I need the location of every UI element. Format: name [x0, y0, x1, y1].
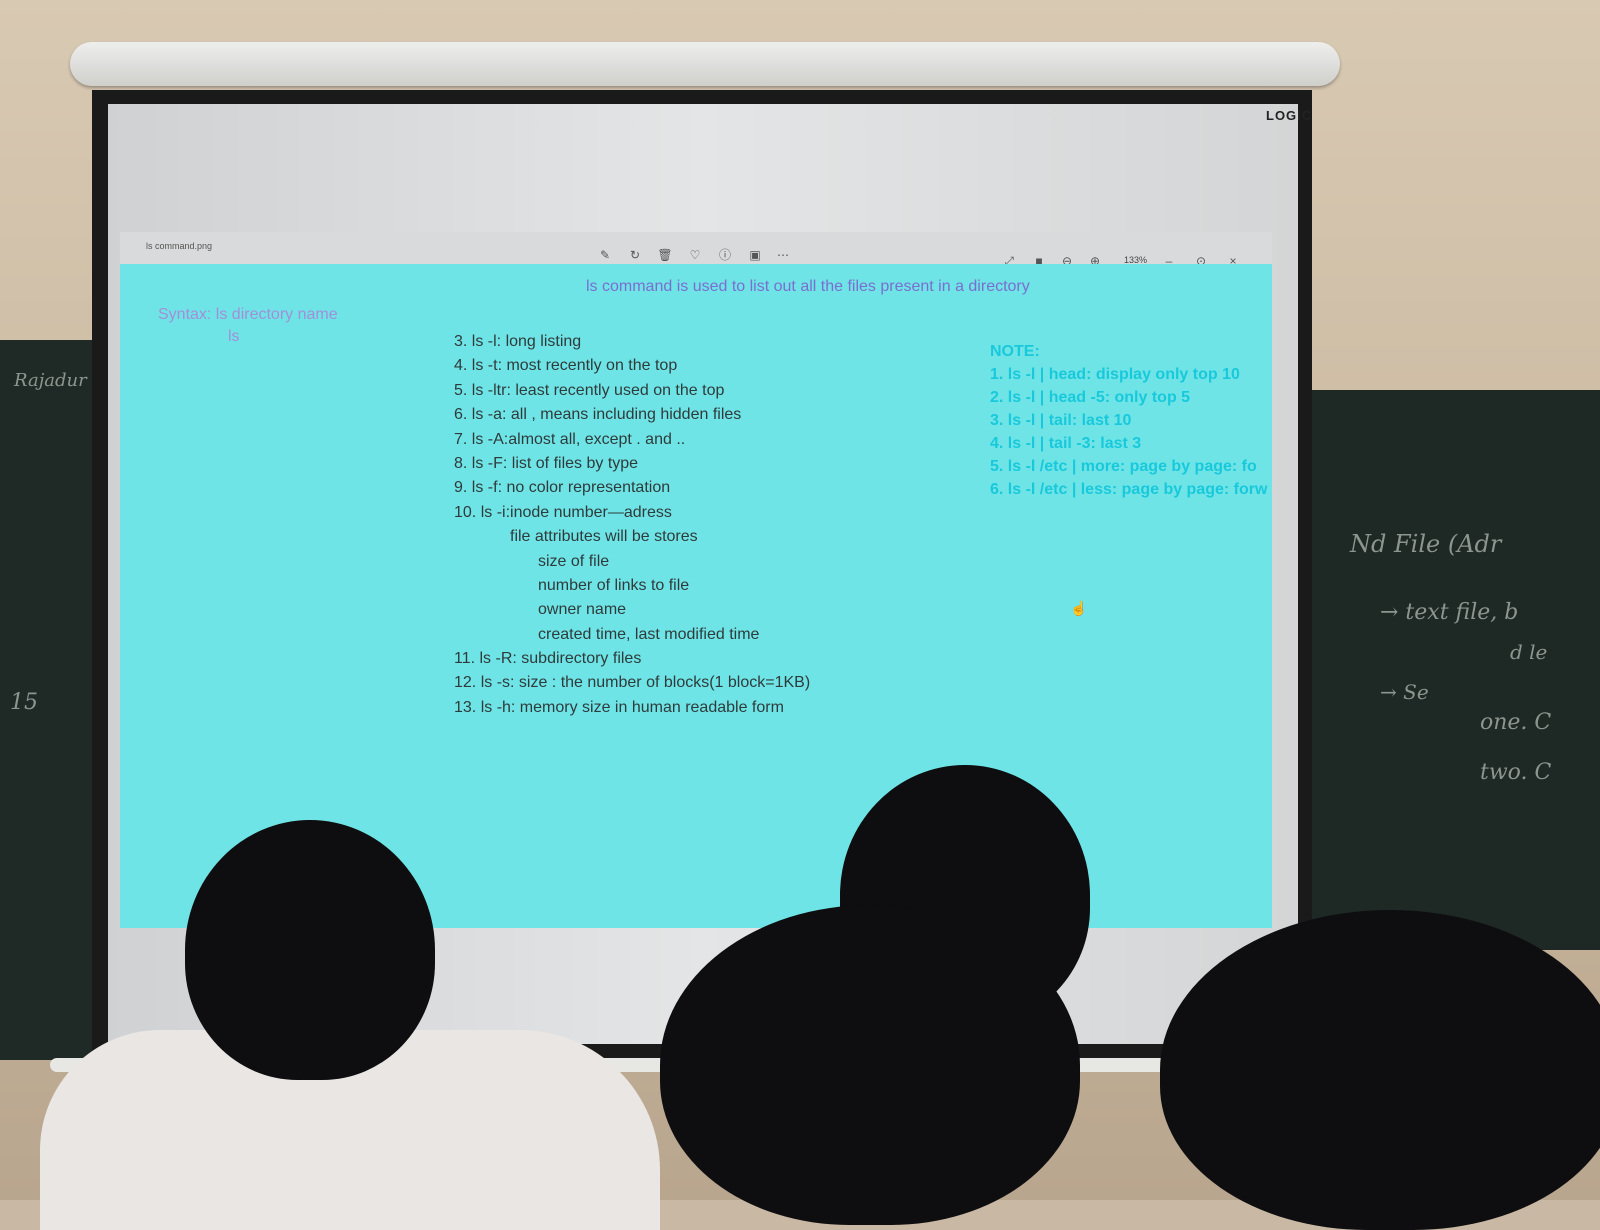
note-item: 1. ls -l | head: display only top 10	[990, 366, 1240, 383]
note-item: 3. ls -l | tail: last 10	[990, 412, 1132, 429]
edit-icon[interactable]: ✎	[596, 246, 614, 264]
list-item: 10. ls -i:inode number—adress	[454, 503, 672, 521]
heart-icon[interactable]: ♡	[686, 246, 704, 264]
syntax-label: Syntax: ls directory name	[158, 306, 338, 323]
list-item: 12. ls -s: size : the number of blocks(1…	[454, 674, 811, 692]
note-heading: NOTE:	[990, 343, 1040, 360]
crop-icon[interactable]: ▣	[746, 246, 764, 264]
chalk-text: d le	[1510, 640, 1548, 664]
hand-cursor-icon: ☝	[1070, 600, 1088, 616]
list-item: 9. ls -f: no color representation	[454, 479, 671, 497]
list-item: 11. ls -R: subdirectory files	[454, 650, 642, 668]
info-icon[interactable]: ⓘ	[716, 246, 734, 264]
viewer-titlebar: ls command.png ✎ ↻ 🗑 ♡ ⓘ ▣ ⋯ ⤢ ■ ⊖ ⊕ 133…	[120, 232, 1272, 268]
viewer-filename: ls command.png	[146, 241, 213, 251]
note-block: NOTE: 1. ls -l | head: display only top …	[990, 340, 1280, 501]
more-icon[interactable]: ⋯	[774, 246, 792, 264]
list-item: 8. ls -F: list of files by type	[454, 454, 639, 472]
chalk-text: → Se	[1380, 680, 1429, 704]
note-item: 2. ls -l | head -5: only top 5	[990, 389, 1191, 406]
list-item: 4. ls -t: most recently on the top	[454, 357, 678, 375]
person-head	[185, 820, 435, 1080]
rotate-icon[interactable]: ↻	[626, 246, 644, 264]
projector-brand: LOGIC	[1266, 108, 1313, 123]
projector-screen-roller	[70, 42, 1340, 86]
list-item: 7. ls -A:almost all, except . and ..	[454, 430, 686, 448]
list-item: 5. ls -ltr: least recently used on the t…	[454, 381, 725, 399]
trash-icon[interactable]: 🗑	[656, 246, 674, 264]
syntax-example: ls	[228, 328, 240, 345]
syntax-block: Syntax: ls directory name ls	[158, 304, 338, 348]
list-item: 6. ls -a: all , means including hidden f…	[454, 406, 742, 424]
slide-headline: ls command is used to list out all the f…	[586, 278, 1030, 295]
list-item: created time, last modified time	[538, 625, 760, 643]
note-item: 6. ls -l /etc | less: page by page: forw	[990, 481, 1268, 498]
list-item: owner name	[538, 601, 627, 619]
person-head	[1160, 910, 1600, 1230]
list-item: 3. ls -l: long listing	[454, 333, 582, 350]
person-head	[660, 905, 1080, 1225]
blackboard-right: Nd File (Adr → text file, b d le → Se on…	[1310, 390, 1600, 950]
list-item: size of file	[538, 552, 610, 570]
options-list: 3. ls -l: long listing 4. ls -t: most re…	[454, 330, 810, 720]
note-item: 4. ls -l | tail -3: last 3	[990, 435, 1142, 452]
list-item: file attributes will be stores	[510, 528, 698, 546]
chalk-text: Nd File (Adr	[1350, 530, 1502, 558]
note-item: 5. ls -l /etc | more: page by page: fo	[990, 458, 1257, 475]
chalk-text: Rajadur	[14, 370, 87, 391]
chalk-text: → text file, b	[1380, 600, 1519, 625]
list-item: number of links to file	[538, 576, 690, 594]
chalk-text: one. C	[1480, 710, 1552, 735]
chalk-text: two. C	[1480, 760, 1552, 785]
chalk-text: 15	[10, 690, 38, 715]
list-item: 13. ls -h: memory size in human readable…	[454, 698, 784, 716]
